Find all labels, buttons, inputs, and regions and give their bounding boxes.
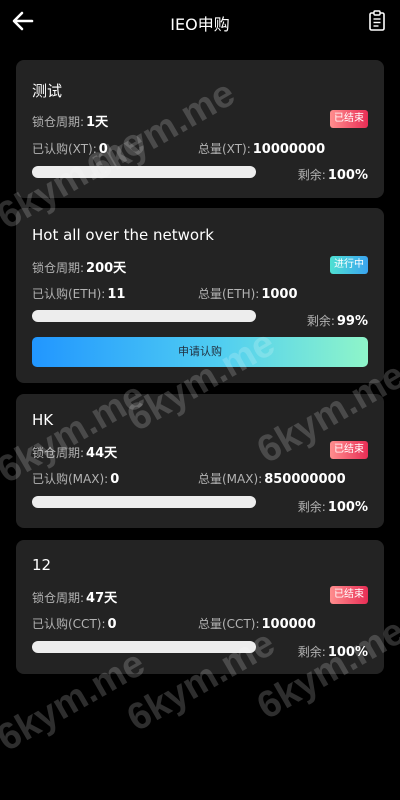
project-name: Hot all over the network (32, 226, 214, 244)
remain-label: 剩余: (297, 645, 326, 659)
subscribed-label: 已认购(CCT): (32, 617, 106, 631)
lock-value: 1天 (86, 115, 109, 130)
total-value: 1000 (261, 287, 298, 302)
subscribed-label: 已认购(XT): (32, 142, 97, 156)
project-name: 测试 (32, 82, 63, 100)
apply-subscribe-button[interactable]: 申请认购 (32, 337, 368, 367)
project-name: HK (32, 411, 54, 429)
subscribed-value: 0 (107, 617, 117, 632)
progress-bar (32, 310, 256, 322)
status-badge: 进行中 (330, 256, 368, 274)
lock-period: 锁仓周期: 44天 (32, 442, 117, 461)
total-label: 总量(XT): (198, 142, 251, 156)
lock-label: 锁仓周期: (32, 446, 85, 460)
progress-bar (32, 496, 256, 508)
page-title: IEO申购 (170, 15, 230, 34)
remain-label: 剩余: (297, 500, 326, 514)
lock-label: 锁仓周期: (32, 115, 85, 129)
total: 总量(CCT): 100000 (198, 615, 316, 632)
remain-label: 剩余: (297, 168, 326, 182)
remaining: 剩余: 100% (298, 643, 368, 660)
lock-label: 锁仓周期: (32, 261, 85, 275)
total: 总量(MAX): 850000000 (198, 470, 346, 487)
subscribed: 已认购(MAX): 0 (32, 470, 119, 487)
subscribed: 已认购(CCT): 0 (32, 615, 117, 632)
ieo-card[interactable]: 12 锁仓周期: 47天 已结束 已认购(CCT): 0 总量(CCT): 10000… (16, 540, 384, 674)
subscribed-label: 已认购(ETH): (32, 287, 106, 301)
remain-value: 100% (327, 500, 368, 515)
remaining: 剩余: 99% (307, 312, 368, 329)
lock-period: 锁仓周期: 200天 (32, 257, 126, 276)
remaining: 剩余: 100% (298, 498, 368, 515)
status-badge: 已结束 (330, 441, 368, 459)
status-badge: 已结束 (330, 110, 368, 128)
remaining: 剩余: 100% (298, 166, 368, 183)
subscribed: 已认购(ETH): 11 (32, 285, 125, 302)
lock-period: 锁仓周期: 1天 (32, 111, 108, 130)
progress-bar (32, 166, 256, 178)
subscribed-value: 0 (110, 472, 120, 487)
total: 总量(ETH): 1000 (198, 285, 298, 302)
total: 总量(XT): 10000000 (198, 140, 325, 157)
ieo-card[interactable]: HK 锁仓周期: 44天 已结束 已认购(MAX): 0 总量(MAX): 85000… (16, 394, 384, 528)
subscribed-value: 0 (98, 142, 108, 157)
progress-bar (32, 641, 256, 653)
top-bar: IEO申购 (0, 0, 400, 44)
remain-label: 剩余: (306, 314, 335, 328)
lock-value: 47天 (86, 591, 118, 606)
total-label: 总量(ETH): (198, 287, 260, 301)
lock-value: 200天 (86, 261, 127, 276)
total-value: 850000000 (264, 472, 346, 487)
subscribed-label: 已认购(MAX): (32, 472, 109, 486)
lock-value: 44天 (86, 446, 118, 461)
ieo-card[interactable]: Hot all over the network 锁仓周期: 200天 进行中 已… (16, 208, 384, 383)
lock-label: 锁仓周期: (32, 591, 85, 605)
remain-value: 99% (336, 314, 368, 329)
subscribed: 已认购(XT): 0 (32, 140, 108, 157)
lock-period: 锁仓周期: 47天 (32, 587, 117, 606)
total-label: 总量(MAX): (198, 472, 263, 486)
ieo-card[interactable]: 测试 锁仓周期: 1天 已结束 已认购(XT): 0 总量(XT): 10000000… (16, 60, 384, 198)
total-label: 总量(CCT): (198, 617, 260, 631)
total-value: 10000000 (252, 142, 326, 157)
remain-value: 100% (327, 168, 368, 183)
status-badge: 已结束 (330, 586, 368, 604)
remain-value: 100% (327, 645, 368, 660)
clipboard-icon[interactable] (368, 10, 386, 32)
project-name: 12 (32, 556, 52, 574)
total-value: 100000 (261, 617, 316, 632)
subscribed-value: 11 (107, 287, 126, 302)
